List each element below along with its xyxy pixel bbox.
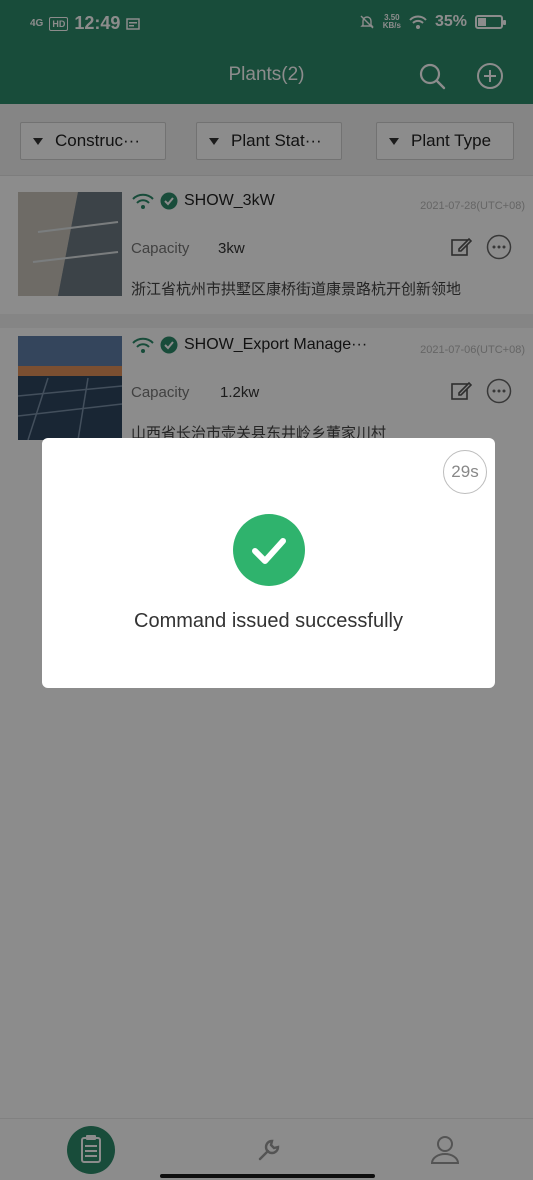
success-check-icon xyxy=(233,514,305,586)
countdown-timer: 29s xyxy=(443,450,487,494)
dialog-message: Command issued successfully xyxy=(134,610,403,632)
success-dialog: 29s Command issued successfully xyxy=(42,438,495,688)
